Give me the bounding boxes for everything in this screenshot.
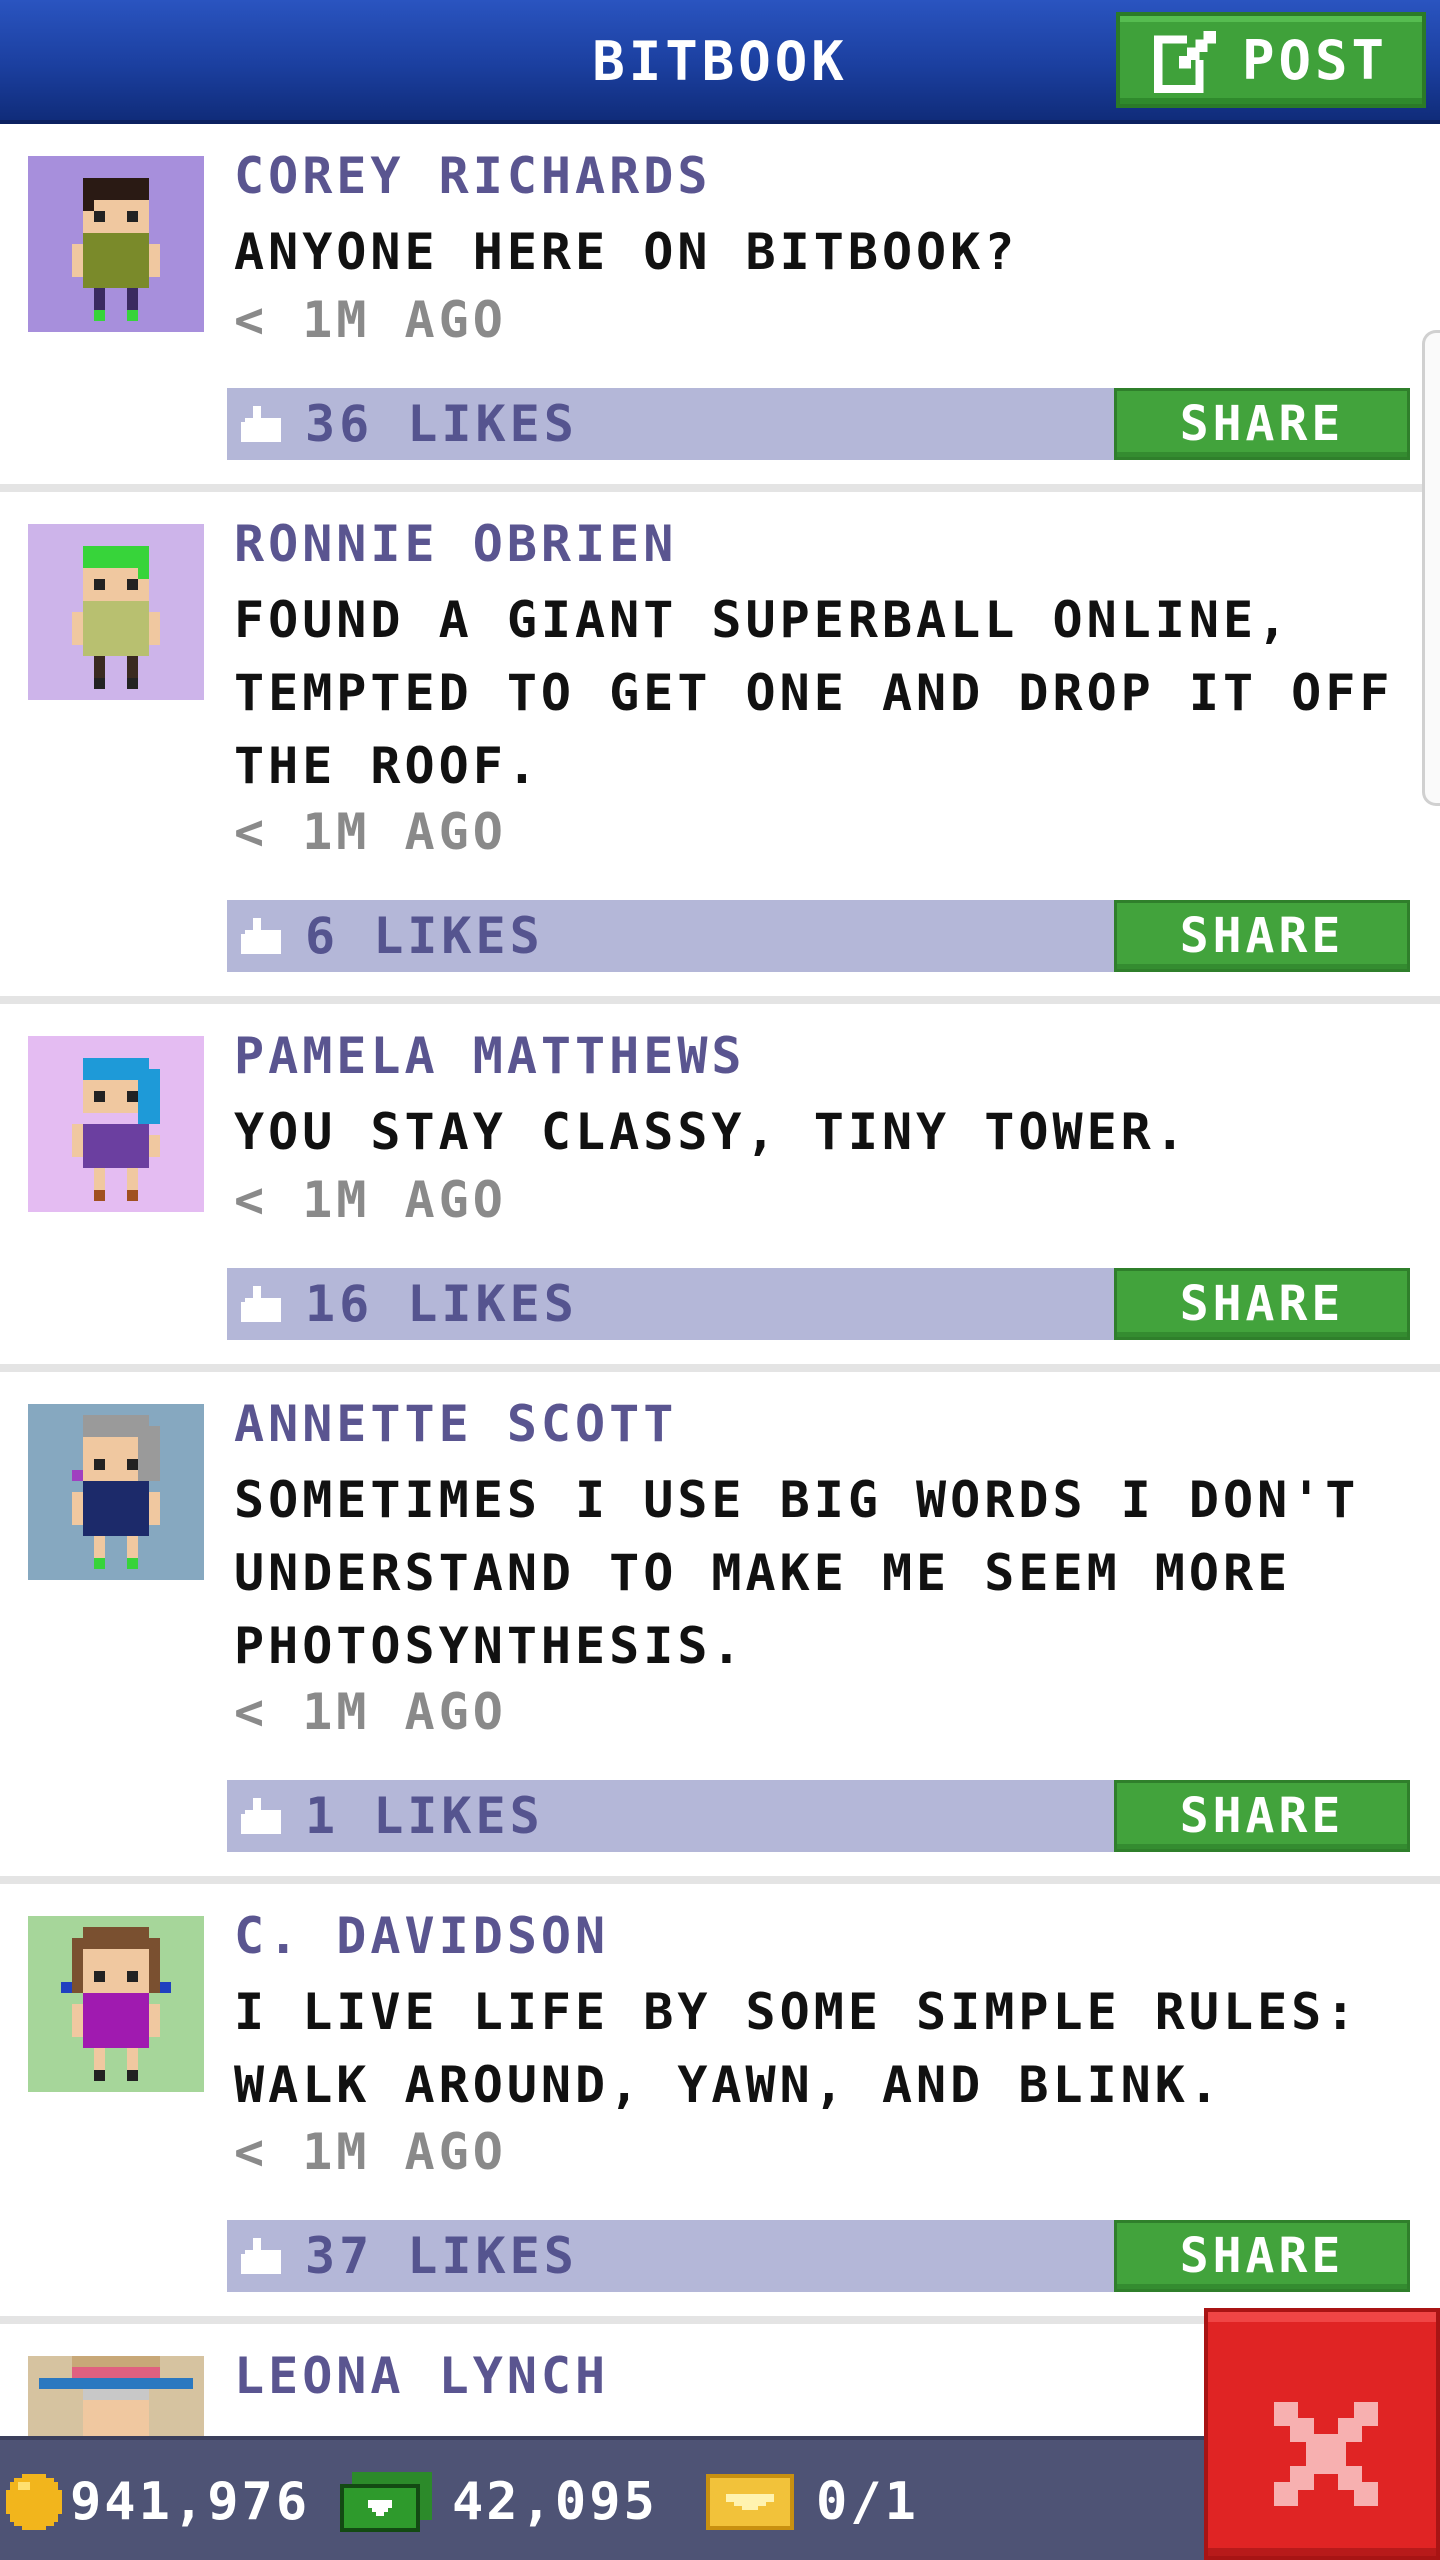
post-author[interactable]: PAMELA MATTHEWS — [234, 1026, 746, 1086]
app-header: BITBOOK POST — [0, 0, 1440, 124]
post-message: I LIVE LIFE BY SOME SIMPLE RULES: WALK A… — [234, 1983, 1360, 2114]
avatar-image — [28, 156, 204, 332]
post-message: FOUND A GIANT SUPERBALL ONLINE, TEMPTED … — [234, 591, 1394, 795]
like-icon — [241, 918, 281, 954]
avatar — [28, 156, 204, 332]
post-author[interactable]: LEONA LYNCH — [234, 2346, 609, 2406]
post-button-label: POST — [1241, 28, 1389, 92]
likes-count: 36 LIKES — [305, 395, 578, 453]
post-time: < 1M AGO — [234, 803, 507, 861]
post-author[interactable]: RONNIE OBRIEN — [234, 514, 677, 574]
post-time: < 1M AGO — [234, 2123, 507, 2181]
post-item: ANNETTE SCOTT SOMETIMES I USE BIG WORDS … — [0, 1372, 1440, 1876]
close-icon — [1274, 2402, 1378, 2506]
post-item: RONNIE OBRIEN FOUND A GIANT SUPERBALL ON… — [0, 492, 1440, 996]
post-author[interactable]: COREY RICHARDS — [234, 146, 711, 206]
avatar-image — [28, 1404, 204, 1580]
avatar-image — [28, 524, 204, 700]
tickets-display: 0/1 — [706, 2440, 919, 2560]
avatar — [28, 1916, 204, 2092]
post-message: SOMETIMES I USE BIG WORDS I DON'T UNDERS… — [234, 1471, 1360, 1675]
edit-icon — [1153, 31, 1216, 93]
scrollbar[interactable] — [1422, 330, 1440, 806]
likes-bar: 36 LIKES SHARE — [227, 388, 1410, 460]
post-author[interactable]: ANNETTE SCOTT — [234, 1394, 677, 1454]
post-divider — [0, 484, 1440, 492]
coin-icon — [6, 2474, 62, 2530]
avatar — [28, 2356, 204, 2436]
avatar-image — [28, 1916, 204, 2092]
likes-bar: 16 LIKES SHARE — [227, 1268, 1410, 1340]
likes-count: 1 LIKES — [305, 1787, 544, 1845]
like-icon — [241, 406, 281, 442]
avatar-image — [28, 2356, 204, 2436]
like-icon — [241, 1798, 281, 1834]
avatar — [28, 1036, 204, 1212]
share-button[interactable]: SHARE — [1114, 1268, 1410, 1340]
avatar — [28, 524, 204, 700]
avatar-image — [28, 1036, 204, 1212]
post-author[interactable]: C. DAVIDSON — [234, 1906, 609, 1966]
ticket-icon — [706, 2474, 794, 2530]
share-button[interactable]: SHARE — [1114, 1780, 1410, 1852]
bux-display: 42,095 — [340, 2440, 658, 2560]
post-divider — [0, 1876, 1440, 1884]
likes-count: 16 LIKES — [305, 1275, 578, 1333]
post-time: < 1M AGO — [234, 1171, 507, 1229]
post-item: PAMELA MATTHEWS YOU STAY CLASSY, TINY TO… — [0, 1004, 1440, 1364]
bux-amount: 42,095 — [452, 2472, 658, 2532]
post-message: YOU STAY CLASSY, TINY TOWER. — [234, 1103, 1189, 1161]
post-feed[interactable]: COREY RICHARDS ANYONE HERE ON BITBOOK? <… — [0, 124, 1440, 2436]
likes-bar: 37 LIKES SHARE — [227, 2220, 1410, 2292]
share-button[interactable]: SHARE — [1114, 2220, 1410, 2292]
post-message: ANYONE HERE ON BITBOOK? — [234, 223, 1019, 281]
likes-count: 6 LIKES — [305, 907, 544, 965]
close-button[interactable] — [1204, 2308, 1440, 2560]
post-item: COREY RICHARDS ANYONE HERE ON BITBOOK? <… — [0, 124, 1440, 484]
bux-icon — [340, 2472, 432, 2532]
likes-bar: 6 LIKES SHARE — [227, 900, 1410, 972]
like-icon — [241, 2238, 281, 2274]
post-time: < 1M AGO — [234, 1683, 507, 1741]
share-button[interactable]: SHARE — [1114, 388, 1410, 460]
post-item: C. DAVIDSON I LIVE LIFE BY SOME SIMPLE R… — [0, 1884, 1440, 2316]
tickets-count: 0/1 — [816, 2472, 919, 2532]
post-button[interactable]: POST — [1116, 12, 1426, 108]
like-icon — [241, 1286, 281, 1322]
likes-bar: 1 LIKES SHARE — [227, 1780, 1410, 1852]
post-divider — [0, 996, 1440, 1004]
avatar — [28, 1404, 204, 1580]
likes-count: 37 LIKES — [305, 2227, 578, 2285]
coins-amount: 941,976 — [70, 2472, 311, 2532]
post-time: < 1M AGO — [234, 291, 507, 349]
post-divider — [0, 1364, 1440, 1372]
coins-display: 941,976 — [6, 2440, 310, 2560]
share-button[interactable]: SHARE — [1114, 900, 1410, 972]
